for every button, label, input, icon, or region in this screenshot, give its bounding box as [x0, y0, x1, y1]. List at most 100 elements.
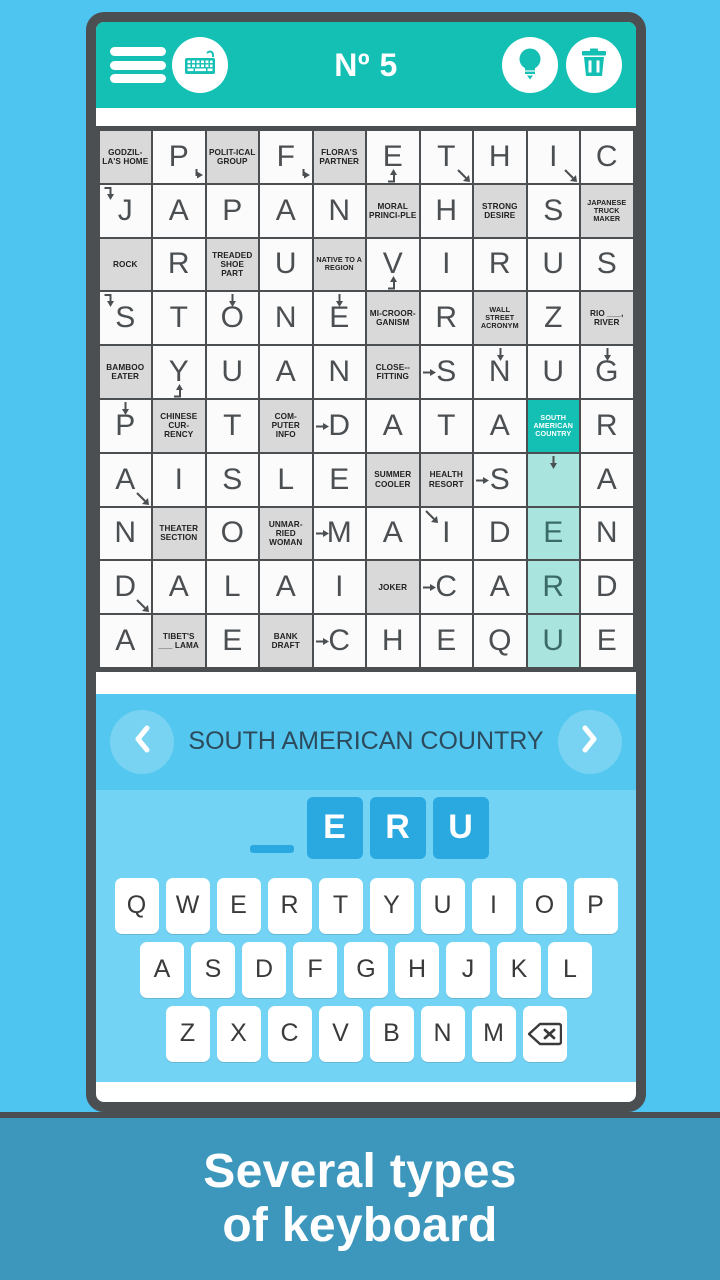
grid-letter-cell[interactable]: O: [206, 292, 258, 345]
grid-letter-cell[interactable]: A: [260, 346, 312, 398]
grid-clue-cell[interactable]: TIBET'S ___ LAMA: [153, 615, 205, 667]
key-v[interactable]: V: [318, 1005, 363, 1062]
grid-letter-cell[interactable]: S: [99, 292, 151, 345]
grid-letter-cell[interactable]: U: [527, 615, 579, 667]
key-g[interactable]: G: [344, 941, 388, 998]
grid-letter-cell[interactable]: I: [153, 453, 205, 506]
grid-letter-cell[interactable]: E: [420, 615, 472, 667]
grid-letter-cell[interactable]: T: [206, 399, 258, 452]
grid-letter-cell[interactable]: F: [260, 131, 312, 183]
grid-letter-cell[interactable]: P: [99, 399, 151, 452]
grid-clue-cell[interactable]: ROCK: [99, 238, 151, 291]
grid-letter-cell[interactable]: N: [581, 507, 633, 560]
grid-clue-cell[interactable]: COM-PUTER INFO: [260, 399, 312, 452]
grid-letter-cell[interactable]: A: [581, 453, 633, 506]
previous-clue-button[interactable]: [110, 709, 174, 774]
key-r[interactable]: R: [267, 877, 312, 934]
key-z[interactable]: Z: [165, 1005, 210, 1062]
key-m[interactable]: M: [471, 1005, 516, 1062]
key-d[interactable]: D: [242, 941, 286, 998]
grid-letter-cell[interactable]: D: [99, 561, 151, 614]
grid-clue-cell[interactable]: STRONG DESIRE: [474, 184, 526, 237]
grid-letter-cell[interactable]: U: [527, 346, 579, 398]
grid-letter-cell[interactable]: N: [313, 346, 365, 398]
grid-letter-cell[interactable]: R: [581, 399, 633, 452]
grid-letter-cell[interactable]: L: [206, 561, 258, 614]
grid-letter-cell[interactable]: U: [260, 238, 312, 291]
grid-letter-cell[interactable]: I: [420, 507, 472, 560]
key-b[interactable]: B: [369, 1005, 414, 1062]
grid-letter-cell[interactable]: D: [474, 507, 526, 560]
grid-letter-cell[interactable]: E: [206, 615, 258, 667]
grid-letter-cell[interactable]: H: [367, 615, 419, 667]
grid-letter-cell[interactable]: R: [527, 561, 579, 614]
grid-letter-cell[interactable]: I: [313, 561, 365, 614]
grid-letter-cell[interactable]: R: [420, 292, 472, 345]
key-o[interactable]: O: [522, 877, 567, 934]
grid-letter-cell[interactable]: A: [153, 184, 205, 237]
grid-letter-cell[interactable]: I: [527, 131, 579, 183]
key-q[interactable]: Q: [114, 877, 159, 934]
grid-clue-cell[interactable]: HEALTH RESORT: [420, 453, 472, 506]
grid-letter-cell[interactable]: S: [206, 453, 258, 506]
grid-letter-cell[interactable]: A: [474, 399, 526, 452]
grid-letter-cell[interactable]: E: [367, 131, 419, 183]
grid-letter-cell[interactable]: Z: [527, 292, 579, 345]
key-p[interactable]: P: [573, 877, 618, 934]
key-f[interactable]: F: [293, 941, 337, 998]
grid-letter-cell[interactable]: T: [420, 131, 472, 183]
grid-letter-cell[interactable]: A: [99, 453, 151, 506]
answer-tile[interactable]: [244, 797, 300, 859]
grid-clue-cell[interactable]: JOKER: [367, 561, 419, 614]
key-y[interactable]: Y: [369, 877, 414, 934]
grid-letter-cell[interactable]: H: [474, 131, 526, 183]
key-l[interactable]: L: [548, 941, 592, 998]
hamburger-icon[interactable]: [110, 47, 166, 83]
key-k[interactable]: K: [497, 941, 541, 998]
grid-letter-cell[interactable]: S: [527, 184, 579, 237]
key-t[interactable]: T: [318, 877, 363, 934]
key-x[interactable]: X: [216, 1005, 261, 1062]
grid-letter-cell[interactable]: S: [474, 453, 526, 506]
grid-clue-cell[interactable]: CLOSE--FITTING: [367, 346, 419, 398]
grid-letter-cell[interactable]: L: [260, 453, 312, 506]
key-h[interactable]: H: [395, 941, 439, 998]
key-i[interactable]: I: [471, 877, 516, 934]
keyboard-toggle-button[interactable]: [172, 37, 228, 93]
grid-letter-cell[interactable]: H: [420, 184, 472, 237]
grid-letter-cell[interactable]: M: [313, 507, 365, 560]
key-j[interactable]: J: [446, 941, 490, 998]
grid-letter-cell[interactable]: C: [420, 561, 472, 614]
grid-letter-cell[interactable]: U: [527, 238, 579, 291]
grid-letter-cell[interactable]: E: [313, 292, 365, 345]
grid-clue-cell[interactable]: MORAL PRINCI-PLE: [367, 184, 419, 237]
grid-letter-cell[interactable]: N: [260, 292, 312, 345]
grid-letter-cell[interactable]: E: [313, 453, 365, 506]
grid-clue-cell[interactable]: CHINESE CUR-RENCY: [153, 399, 205, 452]
grid-letter-cell[interactable]: S: [581, 238, 633, 291]
grid-clue-cell[interactable]: BAMBOO EATER: [99, 346, 151, 398]
grid-clue-cell[interactable]: BANK DRAFT: [260, 615, 312, 667]
grid-letter-cell[interactable]: O: [206, 507, 258, 560]
key-c[interactable]: C: [267, 1005, 312, 1062]
key-n[interactable]: N: [420, 1005, 465, 1062]
grid-clue-cell[interactable]: THEATER SECTION: [153, 507, 205, 560]
grid-letter-cell[interactable]: C: [313, 615, 365, 667]
grid-clue-cell[interactable]: SUMMER COOLER: [367, 453, 419, 506]
grid-letter-cell[interactable]: A: [260, 561, 312, 614]
grid-clue-cell[interactable]: RIO ___, RIVER: [581, 292, 633, 345]
grid-letter-cell[interactable]: A: [153, 561, 205, 614]
grid-letter-cell[interactable]: C: [581, 131, 633, 183]
grid-letter-cell[interactable]: R: [153, 238, 205, 291]
hint-button[interactable]: [502, 37, 558, 93]
grid-clue-cell[interactable]: TREADED SHOE PART: [206, 238, 258, 291]
grid-clue-cell[interactable]: POLIT-ICAL GROUP: [206, 131, 258, 183]
grid-letter-cell[interactable]: D: [313, 399, 365, 452]
grid-letter-cell[interactable]: E: [581, 615, 633, 667]
grid-clue-cell[interactable]: JAPANESE TRUCK MAKER: [581, 184, 633, 237]
grid-letter-cell[interactable]: D: [581, 561, 633, 614]
crossword-grid[interactable]: GODZIL-LA'S HOME P POLIT-ICAL GROUP F FLORA'…: [96, 126, 636, 672]
grid-clue-cell[interactable]: NATIVE TO A REGION: [313, 238, 365, 291]
grid-clue-cell[interactable]: SOUTH AMERICAN COUNTRY: [527, 399, 579, 452]
grid-letter-cell[interactable]: S: [420, 346, 472, 398]
